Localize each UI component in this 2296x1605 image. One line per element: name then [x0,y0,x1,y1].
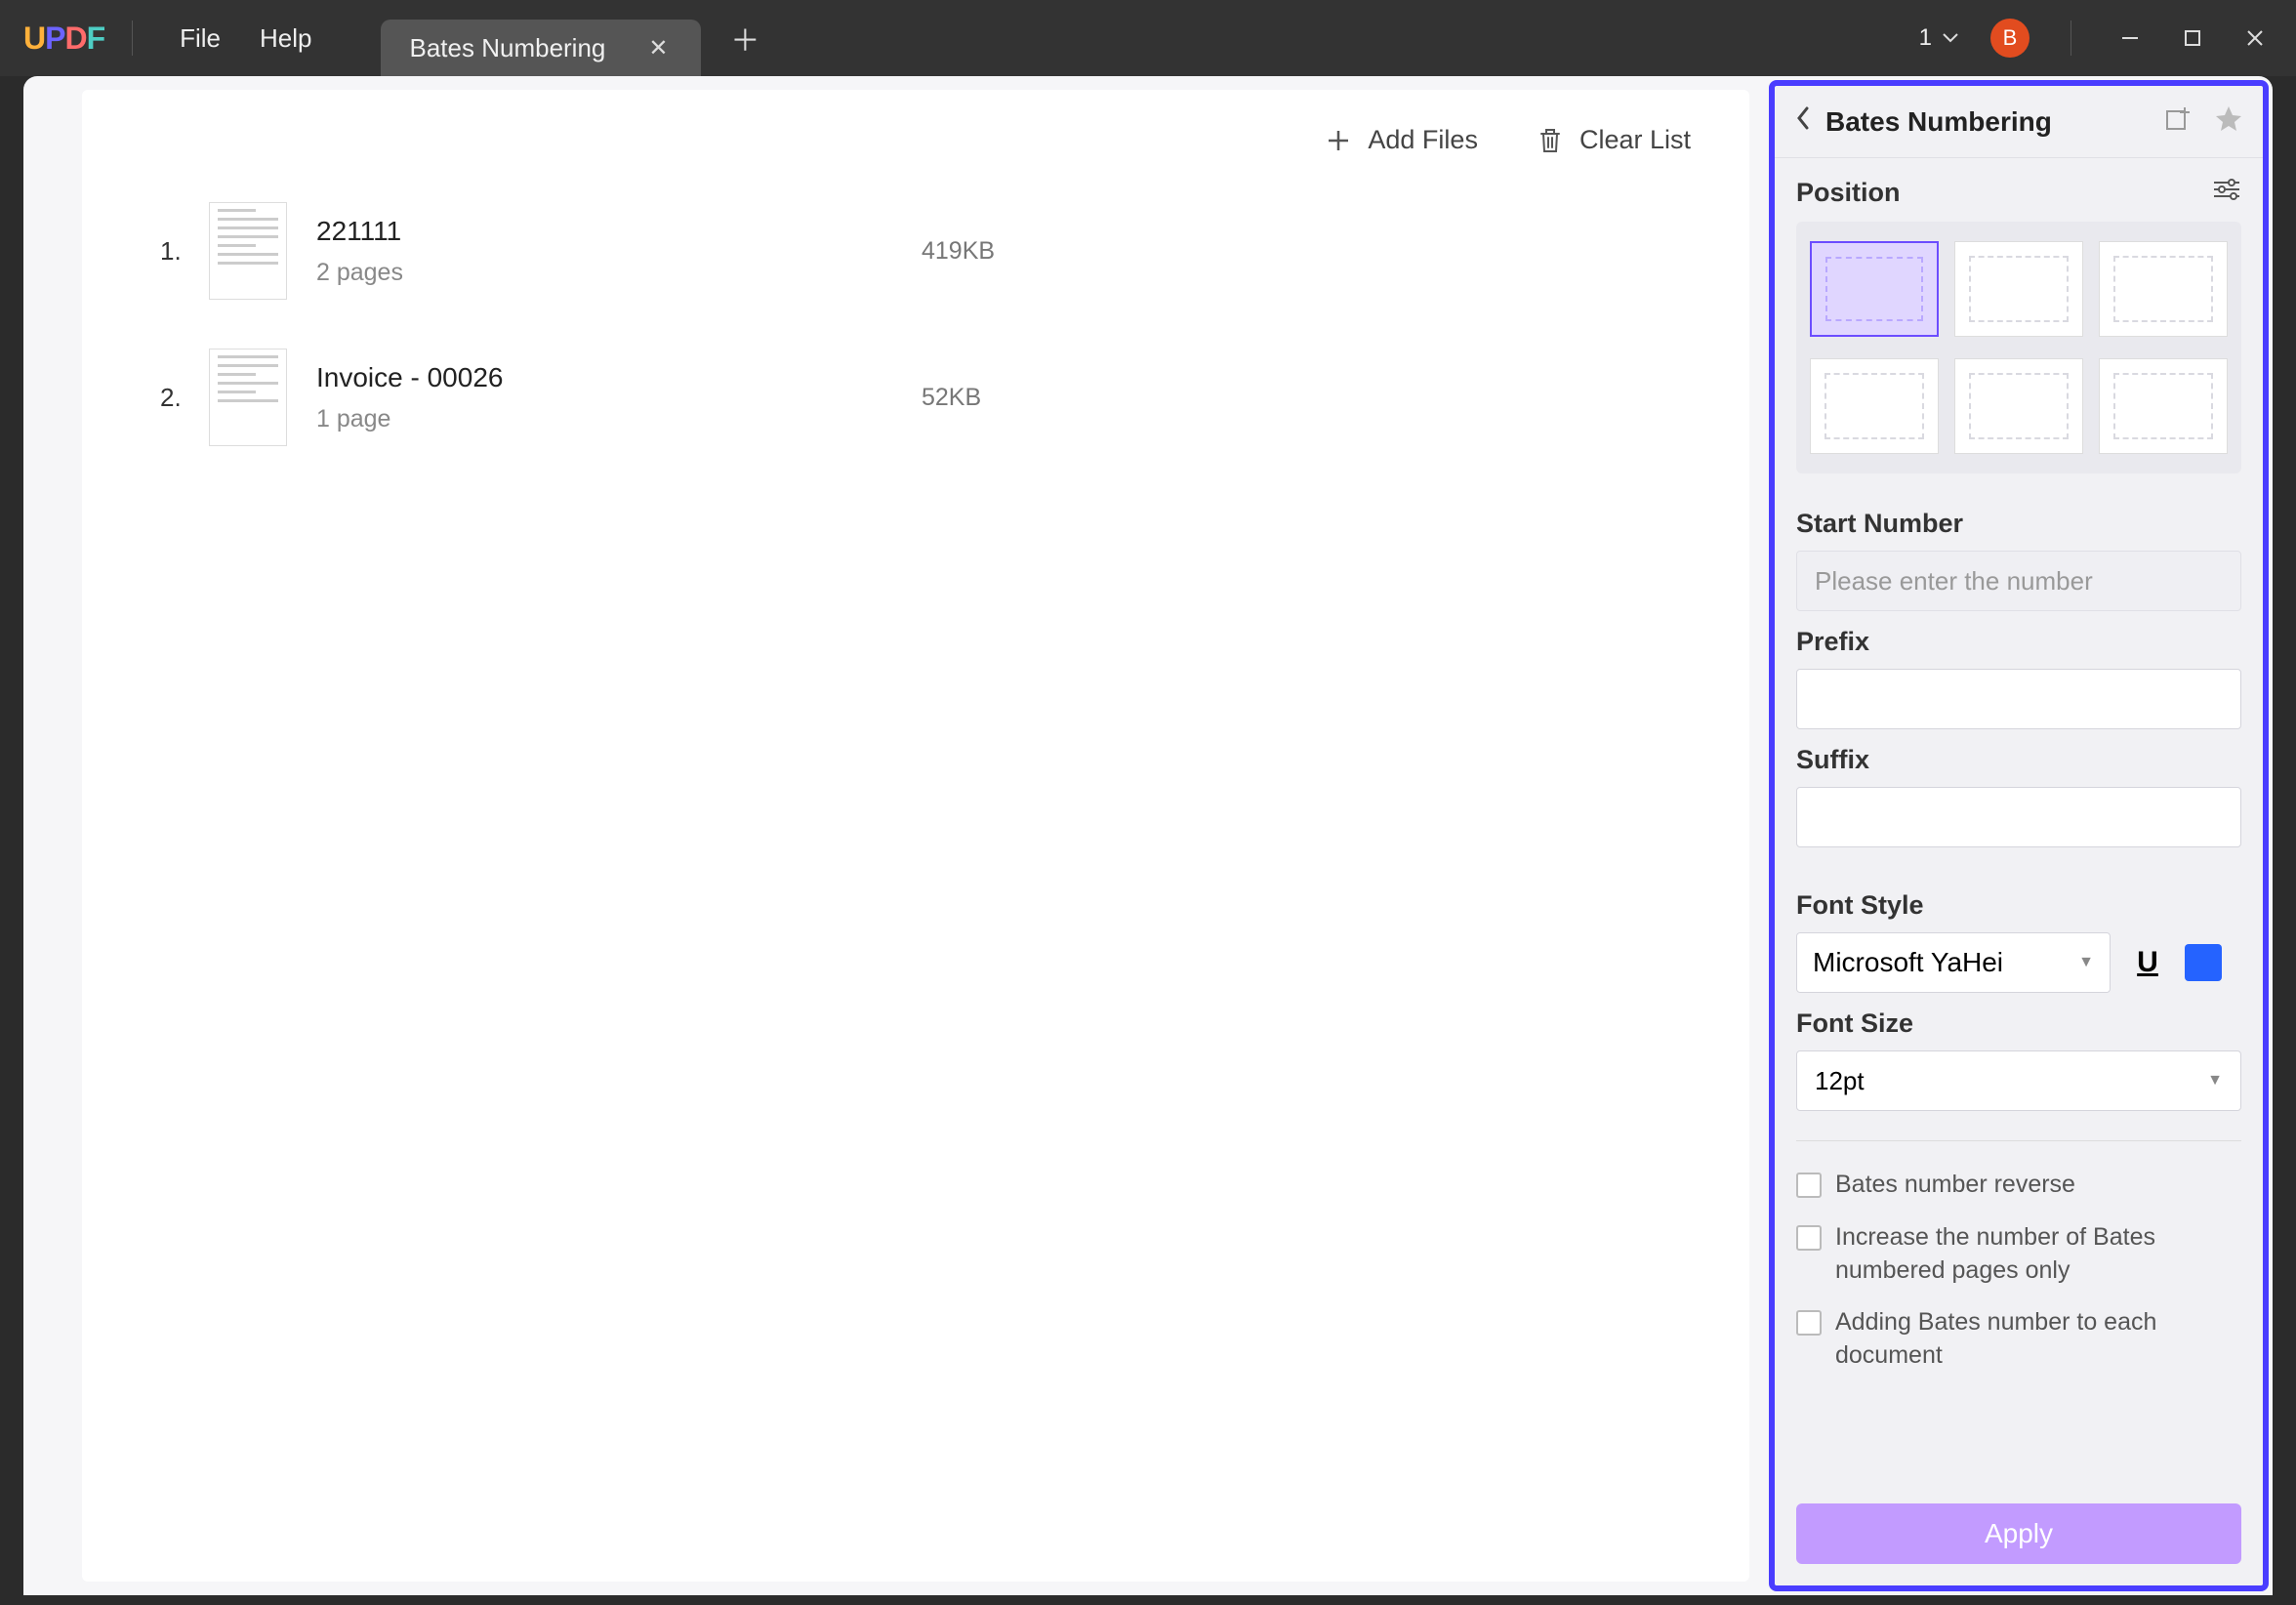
checkbox-reverse-label: Bates number reverse [1835,1169,2075,1202]
font-size-select[interactable]: 12pt ▼ [1796,1050,2241,1111]
underline-button[interactable]: U [2130,946,2165,979]
star-icon [2214,103,2243,133]
file-pages: 1 page [316,405,804,433]
trash-icon [1537,126,1564,155]
new-tab-button[interactable]: ＋ [730,17,759,60]
file-name: Invoice - 00026 [316,362,804,393]
bates-panel: Bates Numbering Position [1769,80,2269,1591]
file-size: 52KB [922,384,1117,412]
font-style-label: Font Style [1796,890,2241,921]
account-dropdown-label: 1 [1919,24,1932,52]
file-list-area: Add Files Clear List 1. 221111 2 pages 4… [82,90,1749,1582]
suffix-input[interactable] [1796,787,2241,847]
close-window-button[interactable] [2224,14,2286,62]
file-index: 2. [160,383,199,413]
divider [1796,1140,2241,1141]
minimize-button[interactable] [2099,14,2161,62]
logo-letter-u: U [23,21,45,56]
maximize-icon [2184,29,2201,47]
clear-list-label: Clear List [1579,125,1691,155]
app-logo: UPDF [23,21,104,57]
chevron-left-icon [1794,104,1812,132]
position-top-right[interactable] [2099,241,2228,337]
file-index: 1. [160,236,199,267]
checkbox-numbered-only-label: Increase the number of Bates numbered pa… [1835,1221,2241,1288]
position-top-left[interactable] [1810,241,1939,337]
panel-body: Position [1775,158,2263,1490]
file-pages: 2 pages [316,259,804,287]
prefix-label: Prefix [1796,627,2241,657]
font-color-swatch[interactable] [2185,944,2222,981]
file-thumbnail [209,202,287,300]
menu-file[interactable]: File [160,16,240,62]
position-settings-button[interactable] [2212,178,2241,208]
suffix-label: Suffix [1796,745,2241,775]
checkbox-numbered-only[interactable] [1796,1225,1822,1251]
position-grid [1796,222,2241,473]
start-number-input[interactable] [1796,551,2241,611]
font-family-select[interactable]: Microsoft YaHei ▼ [1796,932,2111,993]
logo-letter-f: F [87,21,105,56]
file-toolbar: Add Files Clear List [121,119,1710,185]
panel-header: Bates Numbering [1775,86,2263,158]
position-top-center[interactable] [1954,241,2083,337]
separator [2070,21,2071,56]
logo-letter-p: P [45,21,64,56]
menu-help[interactable]: Help [240,16,331,62]
font-family-value: Microsoft YaHei [1813,947,2003,978]
dropdown-arrow-icon: ▼ [2078,954,2094,971]
position-bottom-right[interactable] [2099,358,2228,454]
titlebar-right: 1 B [1902,14,2286,62]
panel-title: Bates Numbering [1825,106,2163,138]
file-thumbnail [209,349,287,446]
file-info: 221111 2 pages [316,216,804,287]
template-icon[interactable] [2163,103,2193,140]
dropdown-arrow-icon: ▼ [2207,1072,2223,1090]
font-size-label: Font Size [1796,1008,2241,1039]
sliders-icon [2212,178,2241,201]
maximize-button[interactable] [2161,14,2224,62]
apply-button[interactable]: Apply [1796,1503,2241,1564]
font-style-row: Microsoft YaHei ▼ U [1796,932,2241,993]
checkbox-each-document-label: Adding Bates number to each document [1835,1306,2241,1373]
clear-list-button[interactable]: Clear List [1537,125,1691,155]
panel-footer: Apply [1775,1490,2263,1585]
favorite-icon[interactable] [2214,103,2243,140]
checkbox-numbered-only-row[interactable]: Increase the number of Bates numbered pa… [1796,1212,2241,1297]
tab-bates-numbering[interactable]: Bates Numbering ✕ [381,20,702,76]
position-label: Position [1796,178,1901,208]
user-avatar[interactable]: B [1990,19,2030,58]
file-size: 419KB [922,237,1117,266]
checkbox-each-document-row[interactable]: Adding Bates number to each document [1796,1296,2241,1382]
file-row[interactable]: 2. Invoice - 00026 1 page 52KB [121,331,1710,477]
titlebar: UPDF File Help Bates Numbering ✕ ＋ 1 B [0,0,2296,76]
account-dropdown[interactable]: 1 [1902,15,1977,62]
font-size-value: 12pt [1815,1066,1865,1096]
checkbox-reverse[interactable] [1796,1173,1822,1198]
start-number-label: Start Number [1796,509,2241,539]
chevron-down-icon [1942,32,1959,44]
file-row[interactable]: 1. 221111 2 pages 419KB [121,185,1710,331]
prefix-input[interactable] [1796,669,2241,729]
position-bottom-center[interactable] [1954,358,2083,454]
add-files-button[interactable]: Add Files [1325,125,1478,155]
close-icon [2245,28,2265,48]
template-add-icon [2163,103,2193,133]
plus-icon [1325,127,1352,154]
tab-close-button[interactable]: ✕ [644,34,672,62]
checkbox-each-document[interactable] [1796,1310,1822,1336]
position-section-header: Position [1796,178,2241,208]
separator [132,21,133,56]
minimize-icon [2120,28,2140,48]
file-info: Invoice - 00026 1 page [316,362,804,433]
add-files-label: Add Files [1368,125,1478,155]
app-body: Add Files Clear List 1. 221111 2 pages 4… [23,76,2273,1595]
file-name: 221111 [316,216,804,247]
panel-back-button[interactable] [1794,104,1812,140]
position-bottom-left[interactable] [1810,358,1939,454]
checkbox-reverse-row[interactable]: Bates number reverse [1796,1159,2241,1212]
tab-label: Bates Numbering [410,33,606,63]
logo-letter-d: D [64,21,86,56]
